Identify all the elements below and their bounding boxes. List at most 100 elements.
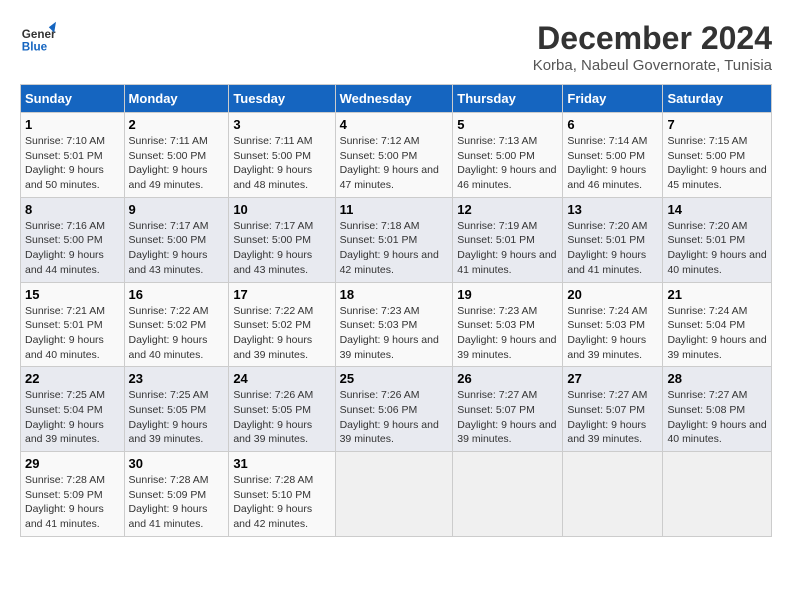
calendar-cell: 2Sunrise: 7:11 AM Sunset: 5:00 PM Daylig…: [124, 113, 229, 198]
day-info: Sunrise: 7:17 AM Sunset: 5:00 PM Dayligh…: [233, 220, 313, 276]
day-number: 22: [25, 371, 120, 386]
day-info: Sunrise: 7:24 AM Sunset: 5:03 PM Dayligh…: [567, 305, 647, 361]
page-title: December 2024: [533, 20, 772, 57]
day-number: 17: [233, 287, 330, 302]
header-cell-sunday: Sunday: [21, 85, 125, 113]
calendar-cell: 18Sunrise: 7:23 AM Sunset: 5:03 PM Dayli…: [335, 282, 453, 367]
day-info: Sunrise: 7:25 AM Sunset: 5:05 PM Dayligh…: [129, 389, 209, 445]
day-number: 27: [567, 371, 658, 386]
calendar-cell: 8 Sunrise: 7:16 AM Sunset: 5:00 PM Daylig…: [21, 197, 125, 282]
day-info: Sunrise: 7:27 AM Sunset: 5:07 PM Dayligh…: [457, 389, 556, 445]
day-info: Sunrise: 7:13 AM Sunset: 5:00 PM Dayligh…: [457, 135, 556, 191]
day-info: Sunrise: 7:24 AM Sunset: 5:04 PM Dayligh…: [667, 305, 766, 361]
calendar-cell: 4Sunrise: 7:12 AM Sunset: 5:00 PM Daylig…: [335, 113, 453, 198]
header-cell-thursday: Thursday: [453, 85, 563, 113]
calendar-week-3: 15 Sunrise: 7:21 AM Sunset: 5:01 PM Dayli…: [21, 282, 772, 367]
day-number: 16: [129, 287, 225, 302]
day-number: 8: [25, 202, 120, 217]
day-info: Sunrise: 7:26 AM Sunset: 5:05 PM Dayligh…: [233, 389, 313, 445]
day-info: Sunrise: 7:19 AM Sunset: 5:01 PM Dayligh…: [457, 220, 556, 276]
day-number: 31: [233, 456, 330, 471]
calendar-cell: 11 Sunrise: 7:18 AM Sunset: 5:01 PM Dayli…: [335, 197, 453, 282]
day-number: 30: [129, 456, 225, 471]
svg-text:Blue: Blue: [22, 41, 48, 54]
day-number: 5: [457, 117, 558, 132]
calendar-cell: 10 Sunrise: 7:17 AM Sunset: 5:00 PM Dayli…: [229, 197, 335, 282]
calendar-cell: 19 Sunrise: 7:23 AM Sunset: 5:03 PM Dayli…: [453, 282, 563, 367]
day-info: Sunrise: 7:14 AM Sunset: 5:00 PM Dayligh…: [567, 135, 647, 191]
calendar-cell: 30Sunrise: 7:28 AM Sunset: 5:09 PM Dayli…: [124, 452, 229, 537]
day-info: Sunrise: 7:11 AM Sunset: 5:00 PM Dayligh…: [233, 135, 312, 191]
day-number: 15: [25, 287, 120, 302]
calendar-table: SundayMondayTuesdayWednesdayThursdayFrid…: [20, 84, 772, 537]
header-cell-monday: Monday: [124, 85, 229, 113]
day-info: Sunrise: 7:27 AM Sunset: 5:08 PM Dayligh…: [667, 389, 766, 445]
calendar-cell: 27Sunrise: 7:27 AM Sunset: 5:07 PM Dayli…: [563, 367, 663, 452]
calendar-cell: 3 Sunrise: 7:11 AM Sunset: 5:00 PM Daylig…: [229, 113, 335, 198]
calendar-cell: 21Sunrise: 7:24 AM Sunset: 5:04 PM Dayli…: [663, 282, 772, 367]
day-info: Sunrise: 7:28 AM Sunset: 5:09 PM Dayligh…: [25, 474, 105, 530]
logo-icon: General Blue: [20, 20, 56, 56]
day-info: Sunrise: 7:20 AM Sunset: 5:01 PM Dayligh…: [567, 220, 647, 276]
day-info: Sunrise: 7:22 AM Sunset: 5:02 PM Dayligh…: [129, 305, 209, 361]
day-number: 9: [129, 202, 225, 217]
calendar-cell: [453, 452, 563, 537]
page-header: General Blue December 2024 Korba, Nabeul…: [20, 20, 772, 74]
calendar-cell: 17Sunrise: 7:22 AM Sunset: 5:02 PM Dayli…: [229, 282, 335, 367]
calendar-cell: 28Sunrise: 7:27 AM Sunset: 5:08 PM Dayli…: [663, 367, 772, 452]
calendar-cell: 16 Sunrise: 7:22 AM Sunset: 5:02 PM Dayli…: [124, 282, 229, 367]
day-info: Sunrise: 7:26 AM Sunset: 5:06 PM Dayligh…: [340, 389, 439, 445]
calendar-cell: 20 Sunrise: 7:24 AM Sunset: 5:03 PM Dayli…: [563, 282, 663, 367]
calendar-week-1: 1Sunrise: 7:10 AM Sunset: 5:01 PM Daylig…: [21, 113, 772, 198]
day-number: 12: [457, 202, 558, 217]
calendar-cell: 24 Sunrise: 7:26 AM Sunset: 5:05 PM Dayli…: [229, 367, 335, 452]
day-info: Sunrise: 7:10 AM Sunset: 5:01 PM Dayligh…: [25, 135, 105, 191]
day-number: 25: [340, 371, 449, 386]
day-number: 20: [567, 287, 658, 302]
day-number: 4: [340, 117, 449, 132]
day-number: 24: [233, 371, 330, 386]
day-number: 19: [457, 287, 558, 302]
calendar-header-row: SundayMondayTuesdayWednesdayThursdayFrid…: [21, 85, 772, 113]
svg-text:General: General: [22, 28, 56, 41]
day-number: 23: [129, 371, 225, 386]
calendar-cell: 26 Sunrise: 7:27 AM Sunset: 5:07 PM Dayli…: [453, 367, 563, 452]
day-number: 11: [340, 202, 449, 217]
calendar-cell: 9 Sunrise: 7:17 AM Sunset: 5:00 PM Daylig…: [124, 197, 229, 282]
calendar-week-4: 22 Sunrise: 7:25 AM Sunset: 5:04 PM Dayli…: [21, 367, 772, 452]
day-info: Sunrise: 7:11 AM Sunset: 5:00 PM Dayligh…: [129, 135, 208, 191]
header-cell-wednesday: Wednesday: [335, 85, 453, 113]
day-number: 3: [233, 117, 330, 132]
day-info: Sunrise: 7:23 AM Sunset: 5:03 PM Dayligh…: [340, 305, 439, 361]
day-info: Sunrise: 7:25 AM Sunset: 5:04 PM Dayligh…: [25, 389, 105, 445]
day-info: Sunrise: 7:18 AM Sunset: 5:01 PM Dayligh…: [340, 220, 439, 276]
calendar-cell: [335, 452, 453, 537]
header-cell-tuesday: Tuesday: [229, 85, 335, 113]
calendar-week-2: 8 Sunrise: 7:16 AM Sunset: 5:00 PM Daylig…: [21, 197, 772, 282]
calendar-cell: 15 Sunrise: 7:21 AM Sunset: 5:01 PM Dayli…: [21, 282, 125, 367]
day-info: Sunrise: 7:16 AM Sunset: 5:00 PM Dayligh…: [25, 220, 105, 276]
page-subtitle: Korba, Nabeul Governorate, Tunisia: [533, 57, 772, 74]
calendar-cell: 6Sunrise: 7:14 AM Sunset: 5:00 PM Daylig…: [563, 113, 663, 198]
calendar-cell: 13Sunrise: 7:20 AM Sunset: 5:01 PM Dayli…: [563, 197, 663, 282]
calendar-cell: 12 Sunrise: 7:19 AM Sunset: 5:01 PM Dayli…: [453, 197, 563, 282]
day-number: 10: [233, 202, 330, 217]
day-number: 26: [457, 371, 558, 386]
day-info: Sunrise: 7:20 AM Sunset: 5:01 PM Dayligh…: [667, 220, 766, 276]
day-info: Sunrise: 7:28 AM Sunset: 5:10 PM Dayligh…: [233, 474, 313, 530]
day-number: 7: [667, 117, 767, 132]
calendar-cell: 22 Sunrise: 7:25 AM Sunset: 5:04 PM Dayli…: [21, 367, 125, 452]
day-info: Sunrise: 7:17 AM Sunset: 5:00 PM Dayligh…: [129, 220, 209, 276]
title-block: December 2024 Korba, Nabeul Governorate,…: [533, 20, 772, 74]
day-info: Sunrise: 7:23 AM Sunset: 5:03 PM Dayligh…: [457, 305, 556, 361]
logo: General Blue: [20, 20, 56, 56]
calendar-cell: 1Sunrise: 7:10 AM Sunset: 5:01 PM Daylig…: [21, 113, 125, 198]
calendar-cell: [663, 452, 772, 537]
day-info: Sunrise: 7:15 AM Sunset: 5:00 PM Dayligh…: [667, 135, 766, 191]
header-cell-saturday: Saturday: [663, 85, 772, 113]
calendar-body: 1Sunrise: 7:10 AM Sunset: 5:01 PM Daylig…: [21, 113, 772, 537]
calendar-cell: 29 Sunrise: 7:28 AM Sunset: 5:09 PM Dayli…: [21, 452, 125, 537]
day-number: 14: [667, 202, 767, 217]
day-info: Sunrise: 7:21 AM Sunset: 5:01 PM Dayligh…: [25, 305, 105, 361]
day-number: 29: [25, 456, 120, 471]
